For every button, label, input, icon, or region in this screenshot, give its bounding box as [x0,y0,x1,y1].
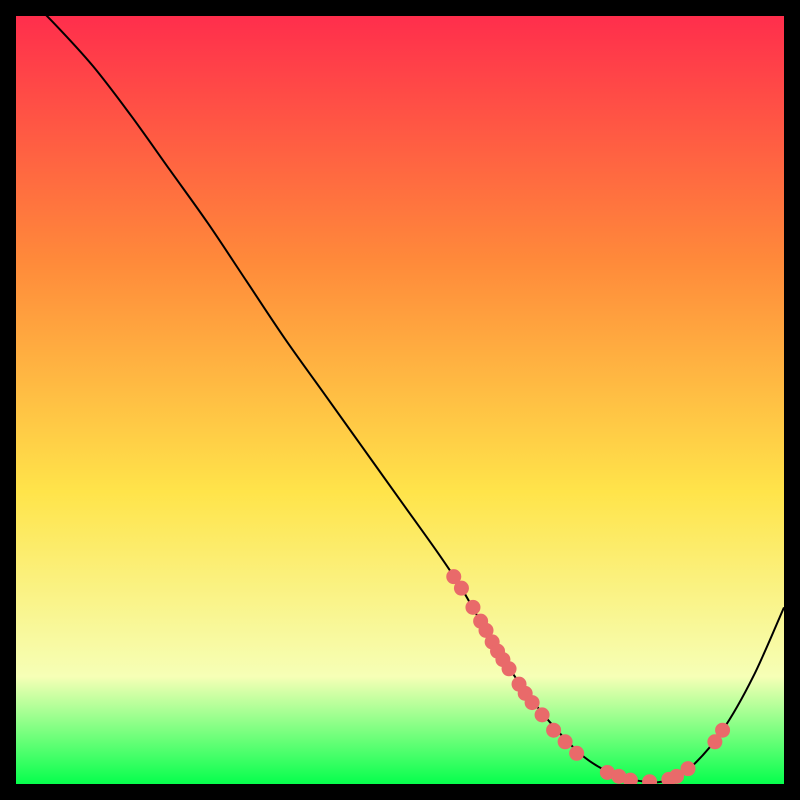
curve-marker [454,581,469,596]
gradient-background [16,16,784,784]
curve-marker [535,707,550,722]
curve-marker [681,761,696,776]
curve-marker [525,695,540,710]
curve-marker [558,734,573,749]
curve-marker [465,600,480,615]
curve-marker [569,746,584,761]
curve-marker [502,661,517,676]
curve-marker [546,723,561,738]
chart-frame: TheBottleneck.com [16,16,784,784]
bottleneck-chart [16,16,784,784]
curve-marker [715,723,730,738]
